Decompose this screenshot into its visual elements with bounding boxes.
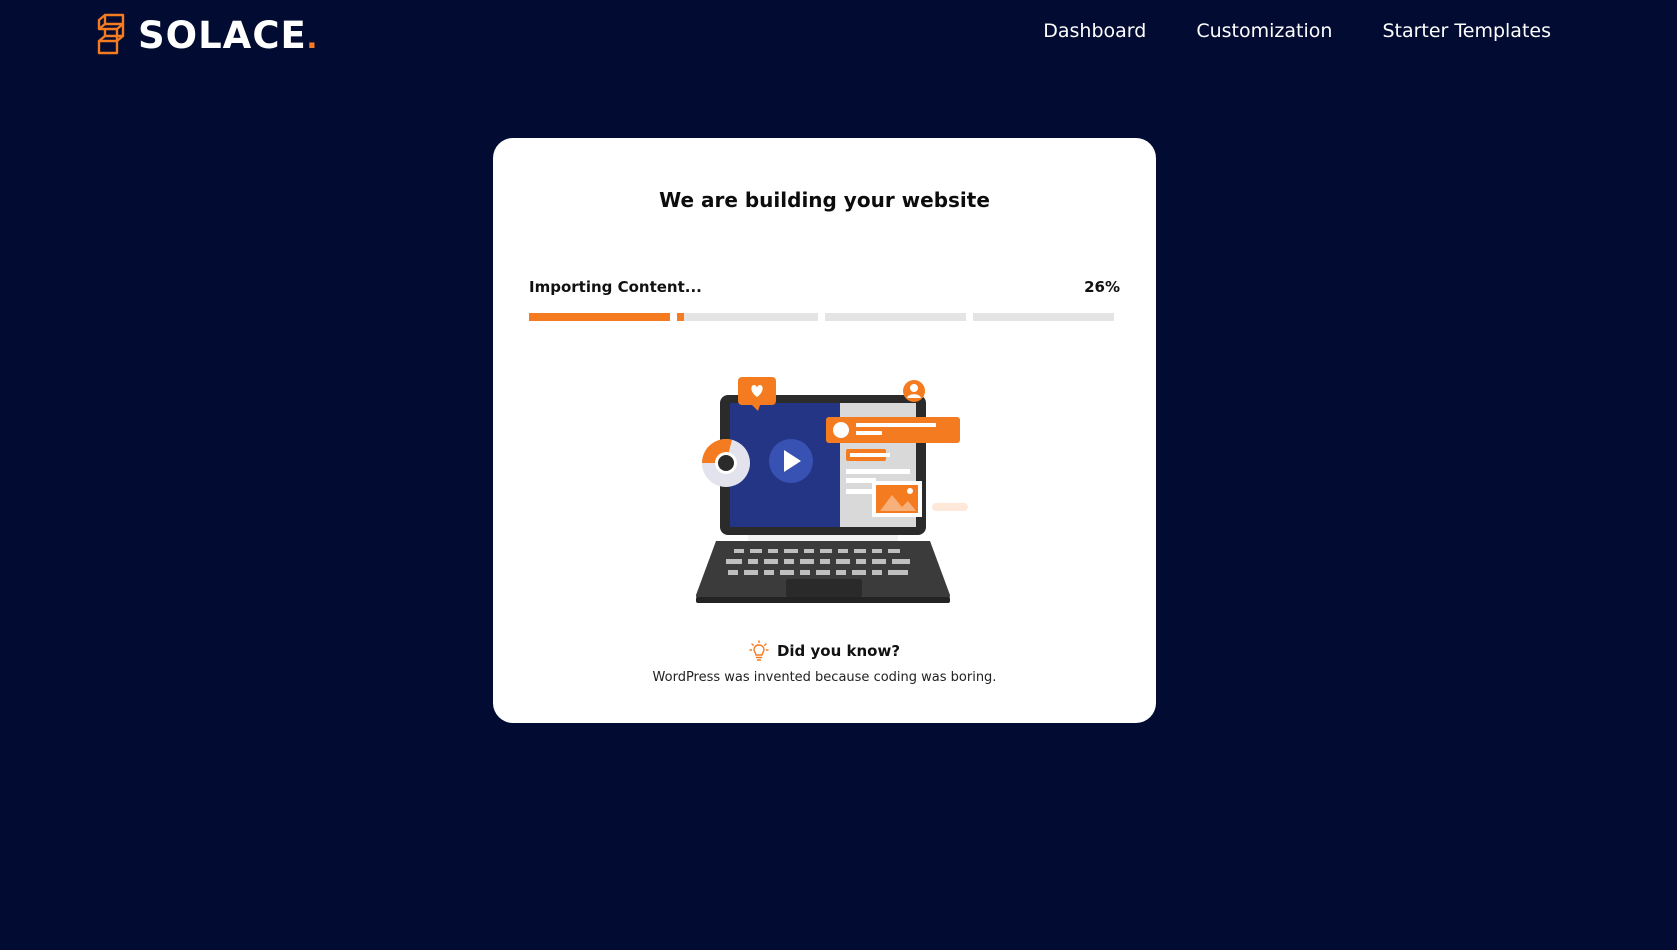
progress-segment-1	[529, 313, 670, 321]
top-navigation-bar: SOLACE. Dashboard Customization Starter …	[0, 0, 1677, 70]
brand-dot: .	[306, 14, 318, 56]
progress-segment-3	[825, 313, 966, 321]
progress-bar	[529, 313, 1114, 321]
progress-segment-4	[973, 313, 1114, 321]
laptop-website-illustration	[696, 377, 968, 603]
progress-segment-fill	[677, 313, 685, 321]
nav-starter-templates[interactable]: Starter Templates	[1382, 20, 1551, 42]
lightbulb-icon	[749, 640, 769, 661]
brand-name: SOLACE	[138, 13, 307, 57]
solace-logo-icon	[97, 13, 125, 55]
did-you-know-heading: Did you know?	[493, 640, 1156, 662]
status-label: Importing Content...	[529, 278, 702, 296]
tip-text: WordPress was invented because coding wa…	[652, 670, 997, 685]
nav-customization[interactable]: Customization	[1196, 20, 1332, 42]
tip-title: Did you know?	[776, 642, 901, 660]
progress-segment-fill	[529, 313, 670, 321]
progress-segment-2	[677, 313, 818, 321]
progress-percent: 26%	[1084, 278, 1120, 296]
nav-dashboard[interactable]: Dashboard	[1043, 20, 1146, 42]
build-progress-card: We are building your website Importing C…	[493, 138, 1156, 723]
status-row: Importing Content... 26%	[529, 278, 1120, 296]
card-title: We are building your website	[659, 188, 990, 212]
main-nav: Dashboard Customization Starter Template…	[1043, 20, 1551, 42]
solace-logo[interactable]: SOLACE.	[96, 12, 317, 58]
